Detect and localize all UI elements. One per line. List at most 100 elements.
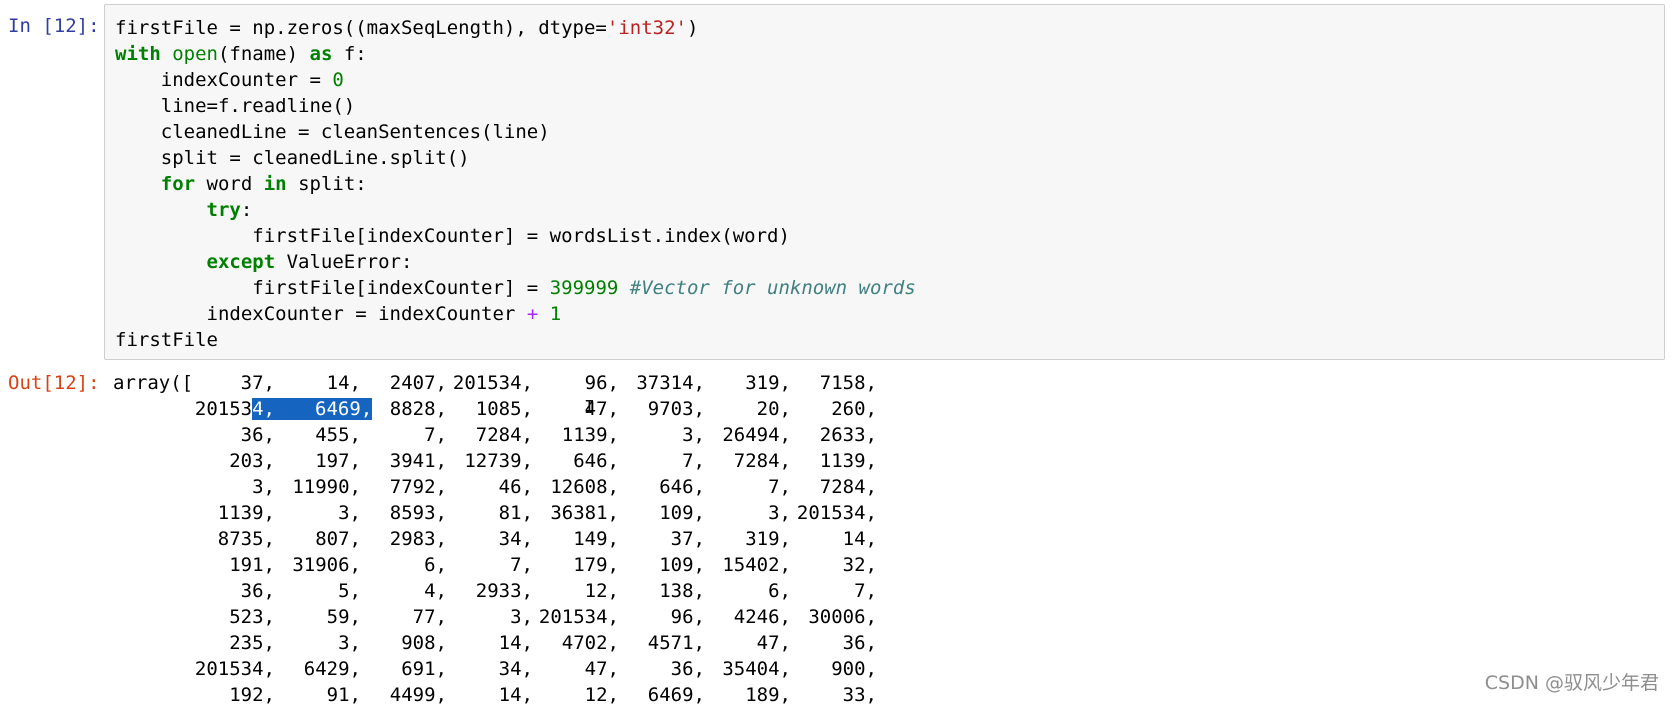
code-token: with [115,43,161,65]
array-value: 1139, [819,450,877,472]
array-value: 14, [498,684,533,706]
array-value: 7284, [733,450,791,472]
code-line[interactable]: firstFile[indexCounter] = wordsList.inde… [115,223,916,249]
output-row: 36, 5, 4, 2933, 12, 138, 6, 7, [113,578,877,604]
array-value: 201534, [194,398,275,420]
array-value: 4246, [733,606,791,628]
code-line[interactable]: for word in split: [115,171,916,197]
array-value: 12739, [464,450,533,472]
code-line[interactable]: line=f.readline() [115,93,916,119]
array-value: 35404, [722,658,791,680]
array-value: 59, [326,606,361,628]
array-value: 1139, [561,424,619,446]
array-value: 9703, [647,398,705,420]
array-value: 7158, [819,372,877,394]
array-value: 14, [498,632,533,654]
array-indent [113,682,189,708]
input-prompt: In [12]: [8,15,100,37]
array-value: 8593, [389,502,447,524]
text-selection: 4, [252,398,275,420]
code-token: word [195,173,264,195]
code-token: as [309,43,333,65]
code-line[interactable]: cleanedLine = cleanSentences(line) [115,119,916,145]
array-value: 11990, [292,476,361,498]
output-row: 3, 11990, 7792, 46, 12608, 646, 7, 7284, [113,474,877,500]
code-line[interactable]: firstFile[indexCounter] = 399999 #Vector… [115,275,916,301]
array-value: 96, [584,372,619,394]
code-line[interactable]: with open(fname) as f: [115,41,916,67]
array-value: 36, [240,580,275,602]
code-line[interactable]: indexCounter = indexCounter + 1 [115,301,916,327]
code-token: ) [686,17,699,39]
code-token: indexCounter = indexCounter [115,303,527,325]
array-value: 8828, [389,398,447,420]
array-value: 47, [584,658,619,680]
array-value: 3, [252,476,275,498]
array-value: 3, [338,632,361,654]
output-row: 192, 91, 4499, 14, 12, 6469, 189, 33, [113,682,877,708]
array-value: 6429, [303,658,361,680]
array-value: 15402, [722,554,791,576]
array-value: 319, [745,372,791,394]
array-value: 179, [573,554,619,576]
code-line[interactable]: indexCounter = 0 [115,67,916,93]
code-editor[interactable]: firstFile = np.zeros((maxSeqLength), dty… [115,15,916,353]
array-value: 1085, [475,398,533,420]
code-token: in [263,173,287,195]
code-line[interactable]: try: [115,197,916,223]
code-token: (fname) [217,43,310,65]
array-value: 37, [240,372,275,394]
array-value: 7, [424,424,447,446]
array-indent [113,422,189,448]
array-value: 20, [756,398,791,420]
code-token: firstFile[indexCounter] = wordsList.inde… [115,225,790,247]
array-value: 30006, [808,606,877,628]
code-token: + [526,303,539,325]
array-value: 32, [842,554,877,576]
output-row: 36, 455, 7, 7284, 1139, 3, 26494, 2633, [113,422,877,448]
array-value: 201534, [452,372,533,394]
array-indent [113,500,189,526]
array-value: 12608, [550,476,619,498]
code-token: try [206,199,241,221]
code-line[interactable]: firstFile = np.zeros((maxSeqLength), dty… [115,15,916,41]
array-value: 191, [229,554,275,576]
code-token: #Vector for unknown words [629,277,916,299]
array-value: 4499, [389,684,447,706]
array-value: 3, [510,606,533,628]
array-value: 7284, [475,424,533,446]
array-value: 6, [768,580,791,602]
array-value: 646, [659,476,705,498]
array-value: 7, [510,554,533,576]
array-value: 235, [229,632,275,654]
array-value: 14, [842,528,877,550]
array-value: 6469, [275,396,373,422]
code-cell[interactable]: firstFile = np.zeros((maxSeqLength), dty… [104,4,1665,360]
array-value: 37, [670,528,705,550]
array-indent [113,656,189,682]
array-value: 807, [315,528,361,550]
array-value: 109, [659,502,705,524]
code-line[interactable]: firstFile [115,327,916,353]
output-row: 201534, 6469, 8828, 1085, 47, 9703, 20, 260, [113,396,877,422]
code-line[interactable]: except ValueError: [115,249,916,275]
array-indent [113,552,189,578]
output-prompt: Out[12]: [8,372,100,394]
code-token: firstFile[indexCounter] = [115,277,550,299]
code-line[interactable]: split = cleanedLine.split() [115,145,916,171]
code-token: firstFile [115,329,218,351]
array-value: 203, [229,450,275,472]
code-token: 0 [332,69,344,91]
array-value: 36, [240,424,275,446]
array-value: 7, [768,476,791,498]
array-value: 47, [756,632,791,654]
output-area: array([37, 14, 2407, 201534, 96, 37314, 319, 71… [113,370,877,708]
array-value: 34, [498,528,533,550]
array-value: 26494, [722,424,791,446]
array-value: 36381, [550,502,619,524]
array-value: 201534, [538,606,619,628]
